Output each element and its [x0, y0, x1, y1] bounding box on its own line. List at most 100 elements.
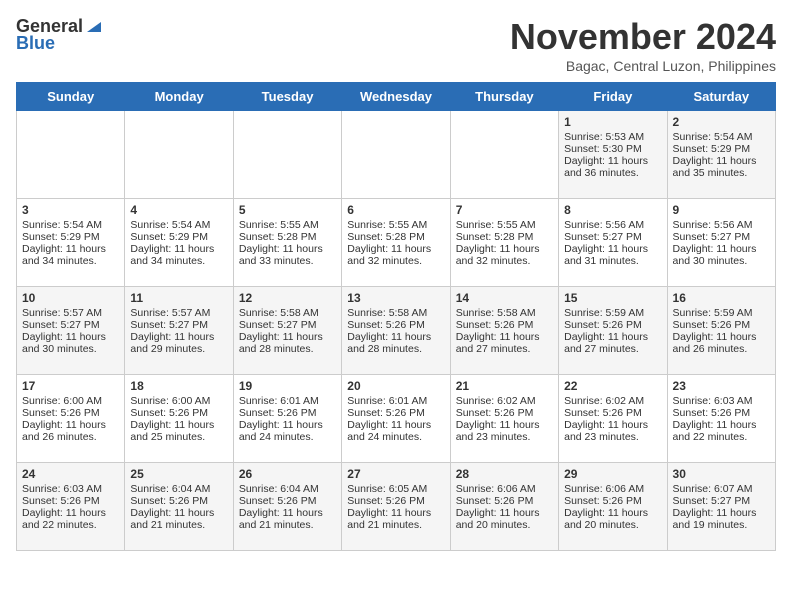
sunrise-text: Sunrise: 6:06 AM: [564, 483, 661, 495]
day-number: 24: [22, 467, 119, 481]
calendar-week-row: 3 Sunrise: 5:54 AMSunset: 5:29 PM Daylight…: [17, 199, 776, 287]
sunrise-text: Sunrise: 5:59 AM: [673, 307, 770, 319]
table-row: 1Sunrise: 5:53 AMSunset: 5:30 PMDaylight…: [559, 111, 667, 199]
page-header: General Blue November 2024 Bagac, Centra…: [16, 16, 776, 74]
col-sunday: Sunday: [17, 83, 125, 111]
table-row: 5Sunrise: 5:55 AMSunset: 5:28 PMDaylight…: [233, 199, 341, 287]
table-row: 24Sunrise: 6:03 AMSunset: 5:26 PMDayligh…: [17, 463, 125, 551]
sunrise-text: Sunrise: 6:01 AM: [347, 395, 444, 407]
table-row: [125, 111, 233, 199]
col-monday: Monday: [125, 83, 233, 111]
sunset-text: Sunset: 5:26 PM: [456, 495, 553, 507]
sunset-text: Sunset: 5:27 PM: [130, 319, 227, 331]
sunrise-text: Sunrise: 5:53 AM: [564, 131, 661, 143]
daylight-text: Daylight: 11 hours and 24 minutes.: [239, 419, 336, 443]
daylight-text: Daylight: 11 hours and 26 minutes.: [673, 331, 770, 355]
sunrise-text: Sunrise: 5:55 AM: [347, 219, 444, 231]
sunset-text: Sunset: 5:29 PM: [22, 231, 119, 243]
sunset-text: Sunset: 5:28 PM: [239, 231, 336, 243]
sunset-text: Sunset: 5:26 PM: [347, 495, 444, 507]
sunset-text: Sunset: 5:26 PM: [130, 495, 227, 507]
sunrise-text: Sunrise: 6:00 AM: [22, 395, 119, 407]
table-row: 2Sunrise: 5:54 AMSunset: 5:29 PMDaylight…: [667, 111, 775, 199]
sunset-text: Sunset: 5:27 PM: [564, 231, 661, 243]
table-row: 17Sunrise: 6:00 AMSunset: 5:26 PMDayligh…: [17, 375, 125, 463]
sunrise-text: Sunrise: 6:02 AM: [564, 395, 661, 407]
sunset-text: Sunset: 5:26 PM: [673, 407, 770, 419]
day-number: 4: [130, 203, 227, 217]
sunset-text: Sunset: 5:27 PM: [673, 495, 770, 507]
calendar-week-row: 24Sunrise: 6:03 AMSunset: 5:26 PMDayligh…: [17, 463, 776, 551]
table-row: 9Sunrise: 5:56 AMSunset: 5:27 PMDaylight…: [667, 199, 775, 287]
sunrise-text: Sunrise: 6:03 AM: [22, 483, 119, 495]
table-row: 15Sunrise: 5:59 AMSunset: 5:26 PMDayligh…: [559, 287, 667, 375]
calendar-header-row: Sunday Monday Tuesday Wednesday Thursday…: [17, 83, 776, 111]
daylight-text: Daylight: 11 hours and 20 minutes.: [456, 507, 553, 531]
col-thursday: Thursday: [450, 83, 558, 111]
day-number: 11: [130, 291, 227, 305]
day-number: 8: [564, 203, 661, 217]
table-row: 20Sunrise: 6:01 AMSunset: 5:26 PMDayligh…: [342, 375, 450, 463]
table-row: 23Sunrise: 6:03 AMSunset: 5:26 PMDayligh…: [667, 375, 775, 463]
table-row: 21 Sunrise: 6:02 AMSunset: 5:26 PMDayligh…: [450, 375, 558, 463]
sunset-text: Sunset: 5:28 PM: [347, 231, 444, 243]
sunset-text: Sunset: 5:26 PM: [564, 495, 661, 507]
daylight-text: Daylight: 11 hours and 28 minutes.: [347, 331, 444, 355]
sunrise-text: Sunrise: 5:58 AM: [347, 307, 444, 319]
col-tuesday: Tuesday: [233, 83, 341, 111]
day-number: 3: [22, 203, 119, 217]
sunrise-text: Sunrise: 6:03 AM: [673, 395, 770, 407]
daylight-text: Daylight: 11 hours and 27 minutes.: [456, 331, 553, 355]
sunrise-text: Sunrise: 5:56 AM: [673, 219, 770, 231]
daylight-text: Daylight: 11 hours and 28 minutes.: [239, 331, 336, 355]
daylight-text: Daylight: 11 hours and 23 minutes.: [456, 419, 553, 443]
sunset-text: Sunset: 5:26 PM: [456, 407, 553, 419]
logo-blue: Blue: [16, 33, 55, 54]
sunset-text: Sunset: 5:27 PM: [22, 319, 119, 331]
sunrise-text: Sunrise: 5:55 AM: [456, 219, 553, 231]
sunrise-text: Sunrise: 5:54 AM: [22, 219, 119, 231]
sunset-text: Sunset: 5:26 PM: [22, 407, 119, 419]
sunrise-text: Sunrise: 6:04 AM: [130, 483, 227, 495]
sunset-text: Sunset: 5:26 PM: [456, 319, 553, 331]
table-row: 6Sunrise: 5:55 AMSunset: 5:28 PMDaylight…: [342, 199, 450, 287]
day-number: 6: [347, 203, 444, 217]
table-row: 27Sunrise: 6:05 AMSunset: 5:26 PMDayligh…: [342, 463, 450, 551]
sunrise-text: Sunrise: 5:58 AM: [239, 307, 336, 319]
table-row: 26Sunrise: 6:04 AMSunset: 5:26 PMDayligh…: [233, 463, 341, 551]
daylight-text: Daylight: 11 hours and 31 minutes.: [564, 243, 661, 267]
month-title: November 2024: [510, 16, 776, 58]
table-row: [17, 111, 125, 199]
col-wednesday: Wednesday: [342, 83, 450, 111]
sunrise-text: Sunrise: 5:59 AM: [564, 307, 661, 319]
calendar-table: Sunday Monday Tuesday Wednesday Thursday…: [16, 82, 776, 551]
day-number: 25: [130, 467, 227, 481]
daylight-text: Daylight: 11 hours and 34 minutes.: [130, 243, 227, 267]
day-number: 17: [22, 379, 119, 393]
col-saturday: Saturday: [667, 83, 775, 111]
day-number: 21: [456, 379, 553, 393]
table-row: [342, 111, 450, 199]
daylight-text: Daylight: 11 hours and 35 minutes.: [673, 155, 770, 179]
table-row: 25Sunrise: 6:04 AMSunset: 5:26 PMDayligh…: [125, 463, 233, 551]
calendar-week-row: 10Sunrise: 5:57 AMSunset: 5:27 PMDayligh…: [17, 287, 776, 375]
table-row: 14Sunrise: 5:58 AMSunset: 5:26 PMDayligh…: [450, 287, 558, 375]
daylight-text: Daylight: 11 hours and 36 minutes.: [564, 155, 661, 179]
logo: General Blue: [16, 16, 103, 54]
day-number: 10: [22, 291, 119, 305]
sunrise-text: Sunrise: 6:02 AM: [456, 395, 553, 407]
sunrise-text: Sunrise: 6:06 AM: [456, 483, 553, 495]
table-row: [233, 111, 341, 199]
table-row: 19Sunrise: 6:01 AMSunset: 5:26 PMDayligh…: [233, 375, 341, 463]
day-number: 30: [673, 467, 770, 481]
daylight-text: Daylight: 11 hours and 22 minutes.: [22, 507, 119, 531]
sunset-text: Sunset: 5:26 PM: [347, 319, 444, 331]
sunrise-text: Sunrise: 6:01 AM: [239, 395, 336, 407]
table-row: 18Sunrise: 6:00 AMSunset: 5:26 PMDayligh…: [125, 375, 233, 463]
day-number: 22: [564, 379, 661, 393]
location: Bagac, Central Luzon, Philippines: [510, 58, 776, 74]
day-number: 19: [239, 379, 336, 393]
sunrise-text: Sunrise: 6:04 AM: [239, 483, 336, 495]
table-row: 16Sunrise: 5:59 AMSunset: 5:26 PMDayligh…: [667, 287, 775, 375]
day-number: 1: [564, 115, 661, 129]
